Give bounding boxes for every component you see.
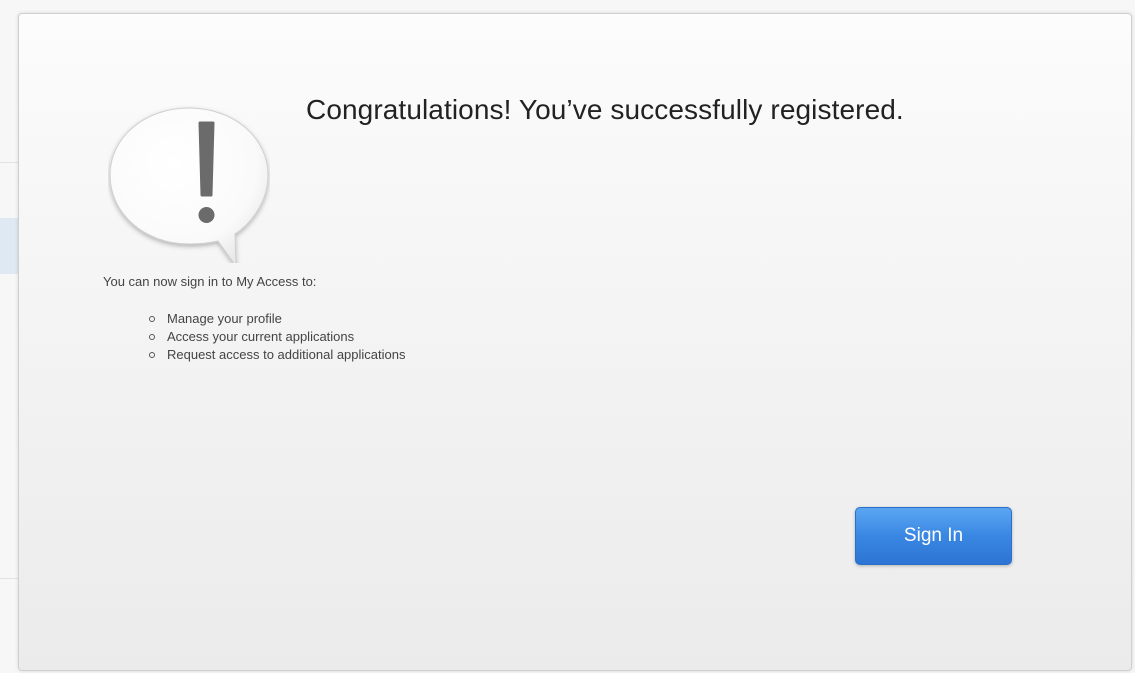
dialog-intro-text: You can now sign in to My Access to:	[103, 274, 317, 289]
exclamation-speech-bubble-icon	[108, 103, 270, 268]
sign-in-button[interactable]: Sign In	[855, 507, 1012, 565]
list-item-label: Manage your profile	[167, 311, 282, 326]
list-item-label: Request access to additional application…	[167, 347, 406, 362]
list-item-label: Access your current applications	[167, 329, 355, 344]
list-item: Request access to additional application…	[145, 346, 405, 364]
benefits-list: Manage your profile Access your current …	[145, 310, 405, 364]
bullet-icon	[149, 334, 155, 340]
list-item: Access your current applications	[145, 328, 405, 346]
dialog-title: Congratulations! You’ve successfully reg…	[306, 94, 904, 125]
list-item: Manage your profile	[145, 310, 405, 328]
bullet-icon	[149, 352, 155, 358]
bullet-icon	[149, 316, 155, 322]
